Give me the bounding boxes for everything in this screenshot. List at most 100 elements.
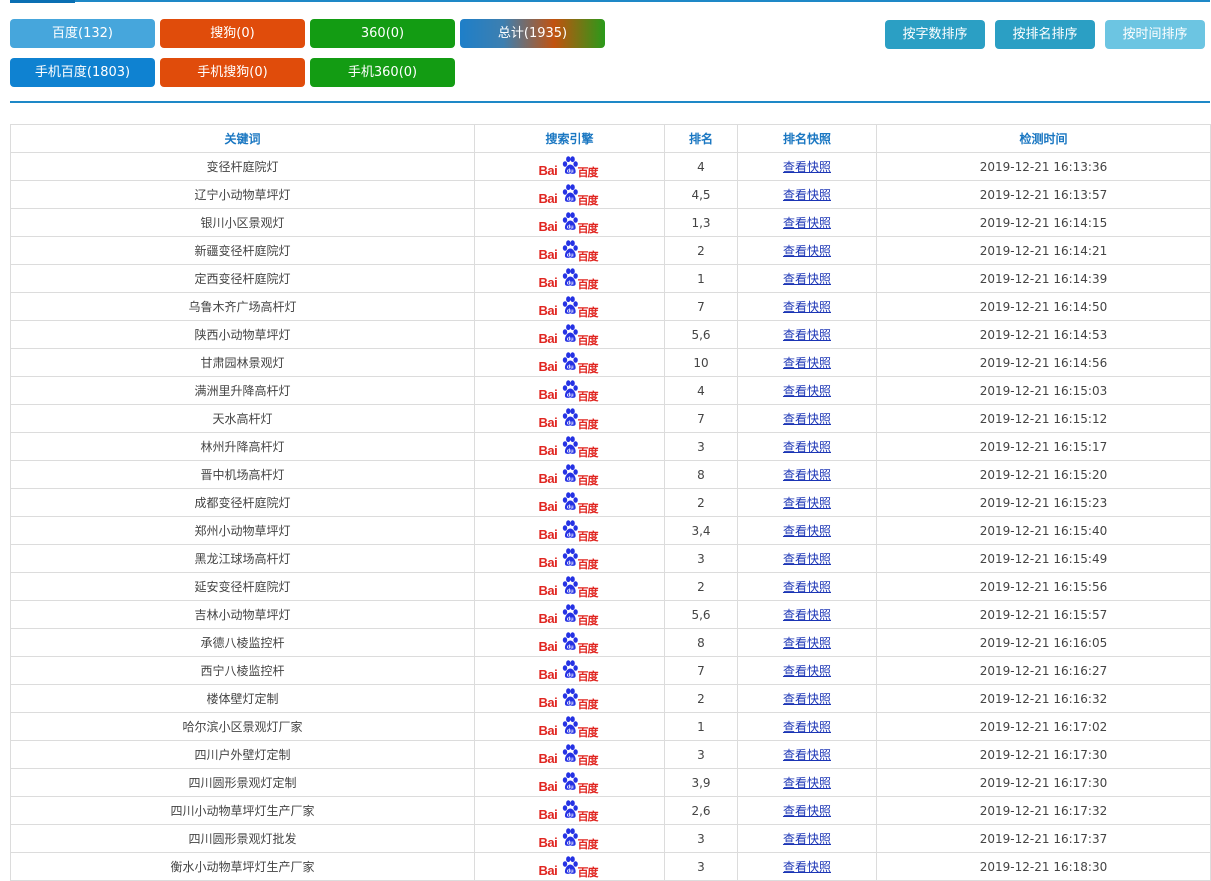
view-snapshot-link[interactable]: 查看快照 — [783, 300, 831, 314]
filter-sogou-button[interactable]: 搜狗(0) — [160, 19, 305, 48]
rank-cell: 3 — [664, 740, 738, 769]
baidu-paw-icon: du — [562, 183, 578, 202]
baidu-logo-bai: Bai — [538, 358, 558, 374]
keyword-cell: 定西变径杆庭院灯 — [10, 264, 475, 293]
keyword-cell: 林州升降高杆灯 — [10, 432, 475, 461]
baidu-paw-icon: du — [562, 407, 578, 426]
view-snapshot-link[interactable]: 查看快照 — [783, 244, 831, 258]
filter-baidu-button[interactable]: 百度(132) — [10, 19, 155, 48]
view-snapshot-link[interactable]: 查看快照 — [783, 384, 831, 398]
time-cell: 2019-12-21 16:13:36 — [876, 152, 1211, 181]
filter-mobile-sogou-button[interactable]: 手机搜狗(0) — [160, 58, 305, 87]
sort-by-length-button[interactable]: 按字数排序 — [885, 20, 985, 49]
rank-cell: 3 — [664, 852, 738, 881]
snapshot-cell: 查看快照 — [737, 516, 877, 545]
baidu-logo-bai: Bai — [538, 386, 558, 402]
table-row: 乌鲁木齐广场高杆灯 Bai du 百度 7 查看快照 2019-12-21 16… — [10, 292, 1211, 321]
baidu-paw-icon: du — [562, 771, 578, 790]
filter-mobile-360-button[interactable]: 手机360(0) — [310, 58, 455, 87]
view-snapshot-link[interactable]: 查看快照 — [783, 216, 831, 230]
snapshot-cell: 查看快照 — [737, 656, 877, 685]
col-header-keyword: 关键词 — [10, 124, 475, 153]
svg-text:du: du — [566, 644, 573, 650]
time-cell: 2019-12-21 16:15:49 — [876, 544, 1211, 573]
baidu-logo-text: 百度 — [577, 445, 599, 459]
view-snapshot-link[interactable]: 查看快照 — [783, 468, 831, 482]
view-snapshot-link[interactable]: 查看快照 — [783, 440, 831, 454]
baidu-logo-bai: Bai — [538, 414, 558, 430]
view-snapshot-link[interactable]: 查看快照 — [783, 636, 831, 650]
view-snapshot-link[interactable]: 查看快照 — [783, 272, 831, 286]
svg-text:du: du — [566, 420, 573, 426]
engine-cell: Bai du 百度 — [474, 572, 665, 601]
view-snapshot-link[interactable]: 查看快照 — [783, 776, 831, 790]
rank-cell: 2,6 — [664, 796, 738, 825]
view-snapshot-link[interactable]: 查看快照 — [783, 412, 831, 426]
baidu-logo: Bai du 百度 — [539, 771, 601, 795]
baidu-logo-text: 百度 — [577, 501, 599, 515]
baidu-logo: Bai du 百度 — [539, 715, 601, 739]
baidu-logo-text: 百度 — [577, 781, 599, 795]
baidu-logo-text: 百度 — [577, 585, 599, 599]
time-cell: 2019-12-21 16:16:27 — [876, 656, 1211, 685]
baidu-logo: Bai du 百度 — [539, 295, 601, 319]
baidu-logo-bai: Bai — [538, 442, 558, 458]
snapshot-cell: 查看快照 — [737, 236, 877, 265]
svg-text:du: du — [566, 476, 573, 482]
baidu-paw-icon: du — [562, 491, 578, 510]
view-snapshot-link[interactable]: 查看快照 — [783, 580, 831, 594]
time-cell: 2019-12-21 16:14:50 — [876, 292, 1211, 321]
rank-cell: 5,6 — [664, 600, 738, 629]
view-snapshot-link[interactable]: 查看快照 — [783, 524, 831, 538]
baidu-paw-icon: du — [562, 295, 578, 314]
baidu-paw-icon: du — [562, 239, 578, 258]
svg-text:du: du — [566, 560, 573, 566]
view-snapshot-link[interactable]: 查看快照 — [783, 860, 831, 874]
view-snapshot-link[interactable]: 查看快照 — [783, 692, 831, 706]
baidu-logo-text: 百度 — [577, 305, 599, 319]
filter-360-button[interactable]: 360(0) — [310, 19, 455, 48]
rank-cell: 3,9 — [664, 768, 738, 797]
view-snapshot-link[interactable]: 查看快照 — [783, 356, 831, 370]
engine-cell: Bai du 百度 — [474, 740, 665, 769]
view-snapshot-link[interactable]: 查看快照 — [783, 160, 831, 174]
view-snapshot-link[interactable]: 查看快照 — [783, 804, 831, 818]
view-snapshot-link[interactable]: 查看快照 — [783, 748, 831, 762]
table-row: 四川圆形景观灯定制 Bai du 百度 3,9 查看快照 2019-12-21 … — [10, 768, 1211, 797]
time-cell: 2019-12-21 16:17:02 — [876, 712, 1211, 741]
rank-cell: 1 — [664, 712, 738, 741]
filter-mobile-baidu-button[interactable]: 手机百度(1803) — [10, 58, 155, 87]
svg-text:du: du — [566, 728, 573, 734]
table-row: 林州升降高杆灯 Bai du 百度 3 查看快照 2019-12-21 16:1… — [10, 432, 1211, 461]
view-snapshot-link[interactable]: 查看快照 — [783, 496, 831, 510]
table-row: 延安变径杆庭院灯 Bai du 百度 2 查看快照 2019-12-21 16:… — [10, 572, 1211, 601]
baidu-logo: Bai du 百度 — [539, 603, 601, 627]
baidu-logo-bai: Bai — [538, 470, 558, 486]
table-row: 银川小区景观灯 Bai du 百度 1,3 查看快照 2019-12-21 16… — [10, 208, 1211, 237]
sort-by-time-button[interactable]: 按时间排序 — [1105, 20, 1205, 49]
view-snapshot-link[interactable]: 查看快照 — [783, 328, 831, 342]
svg-text:du: du — [566, 448, 573, 454]
view-snapshot-link[interactable]: 查看快照 — [783, 832, 831, 846]
engine-cell: Bai du 百度 — [474, 768, 665, 797]
rank-cell: 7 — [664, 656, 738, 685]
engine-cell: Bai du 百度 — [474, 628, 665, 657]
baidu-paw-icon: du — [562, 435, 578, 454]
baidu-logo-text: 百度 — [577, 641, 599, 655]
engine-cell: Bai du 百度 — [474, 180, 665, 209]
filter-total-button[interactable]: 总计(1935) — [460, 19, 605, 48]
baidu-logo-bai: Bai — [538, 498, 558, 514]
baidu-logo: Bai du 百度 — [539, 211, 601, 235]
view-snapshot-link[interactable]: 查看快照 — [783, 664, 831, 678]
rank-cell: 5,6 — [664, 320, 738, 349]
sort-by-rank-button[interactable]: 按排名排序 — [995, 20, 1095, 49]
view-snapshot-link[interactable]: 查看快照 — [783, 552, 831, 566]
view-snapshot-link[interactable]: 查看快照 — [783, 608, 831, 622]
baidu-logo: Bai du 百度 — [539, 547, 601, 571]
view-snapshot-link[interactable]: 查看快照 — [783, 720, 831, 734]
view-snapshot-link[interactable]: 查看快照 — [783, 188, 831, 202]
svg-text:du: du — [566, 616, 573, 622]
snapshot-cell: 查看快照 — [737, 404, 877, 433]
baidu-logo: Bai du 百度 — [539, 827, 601, 851]
svg-text:du: du — [566, 168, 573, 174]
